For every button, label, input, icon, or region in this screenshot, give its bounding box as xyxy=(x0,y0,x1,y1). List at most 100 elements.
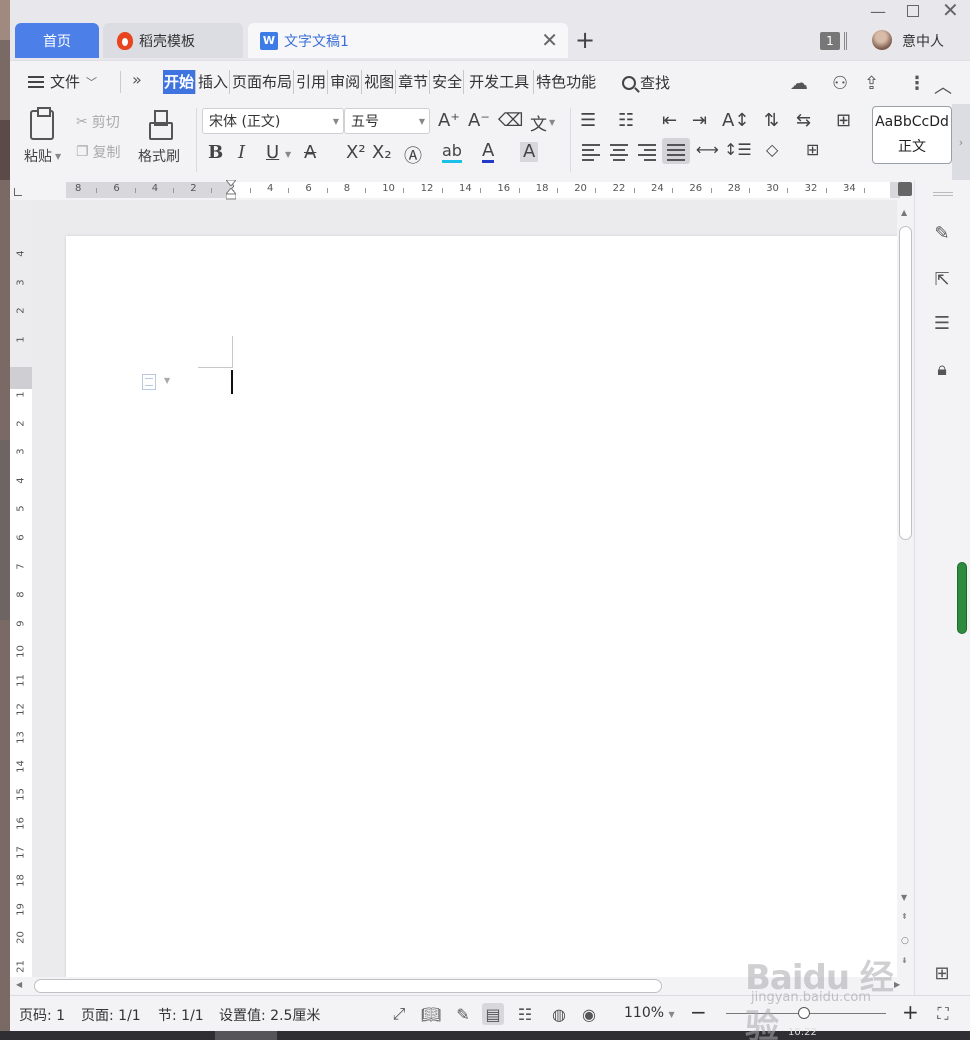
section-status[interactable]: 节: 1/1 xyxy=(158,1005,204,1025)
bullets-icon[interactable]: ☰ xyxy=(580,110,596,131)
shading-fill-icon[interactable]: ◇ xyxy=(766,140,778,159)
strikethrough-icon[interactable]: A xyxy=(304,142,316,163)
font-name-select[interactable]: 宋体 (正文) ▼ xyxy=(202,108,344,134)
window-count-badge[interactable]: 1 xyxy=(820,32,840,50)
ruler-toggle-icon[interactable] xyxy=(898,182,912,196)
lock-icon[interactable]: 🔒︎ xyxy=(931,358,953,380)
style-normal-button[interactable]: AaBbCcDd 正文 xyxy=(872,106,952,164)
browse-object-icon[interactable]: ○ xyxy=(901,936,909,946)
fit-window-icon[interactable]: ⛶ xyxy=(932,1003,954,1025)
pen-icon[interactable]: ✎ xyxy=(931,222,953,244)
tab-insert[interactable]: 插入 xyxy=(197,70,231,94)
setting-status[interactable]: 设置值: 2.5厘米 xyxy=(219,1005,320,1025)
align-center-icon[interactable] xyxy=(610,144,628,161)
page-view-icon[interactable]: ▤ xyxy=(482,1003,504,1025)
horizontal-ruler[interactable]: 8642246810121416182022242628303234 xyxy=(10,180,912,200)
panel-collapse-handle[interactable] xyxy=(957,562,967,634)
search-button[interactable]: 查找 xyxy=(622,72,670,93)
character-shading-icon[interactable]: A xyxy=(520,142,539,162)
new-tab-plus-icon[interactable]: + xyxy=(575,26,595,54)
highlight-color-icon[interactable]: ab xyxy=(442,142,462,163)
tab-chapter[interactable]: 章节 xyxy=(397,70,431,94)
horizontal-scroll-thumb[interactable] xyxy=(34,979,662,993)
font-color-icon[interactable]: A xyxy=(482,142,495,163)
table-border-icon[interactable]: ⊞ xyxy=(836,110,851,131)
underline-dropdown-icon[interactable]: ▼ xyxy=(285,150,291,159)
username[interactable]: 意中人 xyxy=(902,31,944,51)
distributed-align-icon[interactable]: ⟷ xyxy=(696,140,719,159)
paragraph-layout-icon[interactable] xyxy=(142,374,156,390)
increase-indent-icon[interactable]: ⇥ xyxy=(692,110,707,131)
more-vertical-icon[interactable]: ⋮ xyxy=(908,73,926,94)
zoom-slider-knob[interactable] xyxy=(798,1007,810,1019)
borders-icon[interactable]: ⊞ xyxy=(806,140,819,159)
document-page[interactable]: ▼ xyxy=(66,236,897,980)
underline-button[interactable]: U xyxy=(266,142,279,163)
scroll-right-icon[interactable]: ▶ xyxy=(894,980,900,989)
tab-document[interactable]: W 文字文稿1 ✕ xyxy=(248,23,568,58)
reading-mode-icon[interactable]: 📖︎ xyxy=(420,1003,442,1025)
indent-marker-icon[interactable] xyxy=(226,180,236,200)
decrease-indent-icon[interactable]: ⇤ xyxy=(662,110,677,131)
line-spacing-icon[interactable]: ↕☰ xyxy=(724,140,752,159)
pages-status[interactable]: 页面: 1/1 xyxy=(81,1005,141,1025)
window-close-icon[interactable]: ✕ xyxy=(942,0,959,22)
tab-special-features[interactable]: 特色功能 xyxy=(535,70,597,94)
format-painter-label[interactable]: 格式刷 xyxy=(138,146,180,166)
paragraph-dropdown-icon[interactable]: ▼ xyxy=(164,376,170,385)
subscript-icon[interactable]: X₂ xyxy=(372,142,392,163)
format-painter-button[interactable] xyxy=(148,110,173,140)
tab-security[interactable]: 安全 xyxy=(431,70,465,94)
vertical-scrollbar[interactable]: ▲ ▼ ⇞ ○ ⇟ xyxy=(897,200,914,980)
fullscreen-icon[interactable]: ⤢ xyxy=(388,1003,410,1025)
cut-button[interactable]: ✂ 剪切 xyxy=(76,112,120,132)
file-menu-button[interactable]: 文件 ﹀ xyxy=(28,71,97,92)
copy-button[interactable]: ❐ 复制 xyxy=(76,142,121,162)
ribbon-scroll-right-icon[interactable]: › xyxy=(952,104,970,180)
previous-page-icon[interactable]: ⇞ xyxy=(901,912,908,921)
next-page-icon[interactable]: ⇟ xyxy=(901,956,908,965)
scroll-down-icon[interactable]: ▼ xyxy=(901,893,907,902)
numbering-icon[interactable]: ☷ xyxy=(618,110,634,131)
scroll-up-icon[interactable]: ▲ xyxy=(901,208,907,217)
apps-grid-icon[interactable]: ⊞ xyxy=(931,962,953,984)
tab-start[interactable]: 开始 xyxy=(163,70,197,94)
page-number-status[interactable]: 页码: 1 xyxy=(19,1005,65,1025)
zoom-in-icon[interactable]: + xyxy=(902,1000,919,1024)
clear-format-icon[interactable]: ⌫ xyxy=(498,110,523,131)
superscript-icon[interactable]: X² xyxy=(346,142,366,163)
cloud-sync-icon[interactable]: ☁ xyxy=(790,73,808,94)
paste-label[interactable]: 粘贴 ▼ xyxy=(24,146,61,166)
scroll-left-icon[interactable]: ◀ xyxy=(16,980,22,989)
tab-references[interactable]: 引用 xyxy=(295,70,329,94)
text-effect-icon[interactable]: Ⓐ xyxy=(404,142,422,168)
bold-button[interactable]: B xyxy=(208,142,223,163)
outline-view-icon[interactable]: ☷ xyxy=(514,1003,536,1025)
tab-home[interactable]: 首页 xyxy=(15,23,99,58)
justify-icon[interactable] xyxy=(667,144,685,161)
tab-view[interactable]: 视图 xyxy=(363,70,397,94)
zoom-level[interactable]: 110% ▼ xyxy=(624,1005,675,1021)
vertical-scroll-thumb[interactable] xyxy=(899,226,912,540)
tab-docer-templates[interactable]: 稻壳模板 xyxy=(103,23,243,58)
write-mode-icon[interactable]: ✎ xyxy=(452,1003,474,1025)
tab-developer[interactable]: 开发工具 xyxy=(465,70,535,94)
avatar[interactable] xyxy=(872,30,892,50)
maximize-icon[interactable] xyxy=(907,5,919,17)
add-collaborator-icon[interactable]: ⚇ xyxy=(832,73,848,94)
double-chevron-right-icon[interactable]: » xyxy=(132,70,142,89)
horizontal-scrollbar[interactable]: ◀ ▶ xyxy=(10,977,914,995)
pointer-icon[interactable]: ⇱ xyxy=(931,268,953,290)
line-spacing-swap-icon[interactable]: ⇆ xyxy=(796,110,811,131)
font-size-select[interactable]: 五号 ▼ xyxy=(344,108,430,134)
align-left-icon[interactable] xyxy=(582,144,600,161)
zoom-out-icon[interactable]: − xyxy=(690,1000,707,1024)
shrink-font-icon[interactable]: A⁻ xyxy=(468,110,490,131)
vertical-ruler[interactable]: 4 3 2 1 1 2 3 4 5 6 7 8 9 10 11 12 13 14 15 16 17 18 19 20 21 xyxy=(10,200,32,980)
document-canvas[interactable]: ▼ xyxy=(32,200,897,980)
minimize-icon[interactable]: — xyxy=(870,2,886,21)
phonetic-guide-icon[interactable]: 文 ▼ xyxy=(530,110,555,135)
tab-review[interactable]: 审阅 xyxy=(329,70,363,94)
sort-icon[interactable]: ⇅ xyxy=(764,110,779,131)
tab-page-layout[interactable]: 页面布局 xyxy=(231,70,295,94)
